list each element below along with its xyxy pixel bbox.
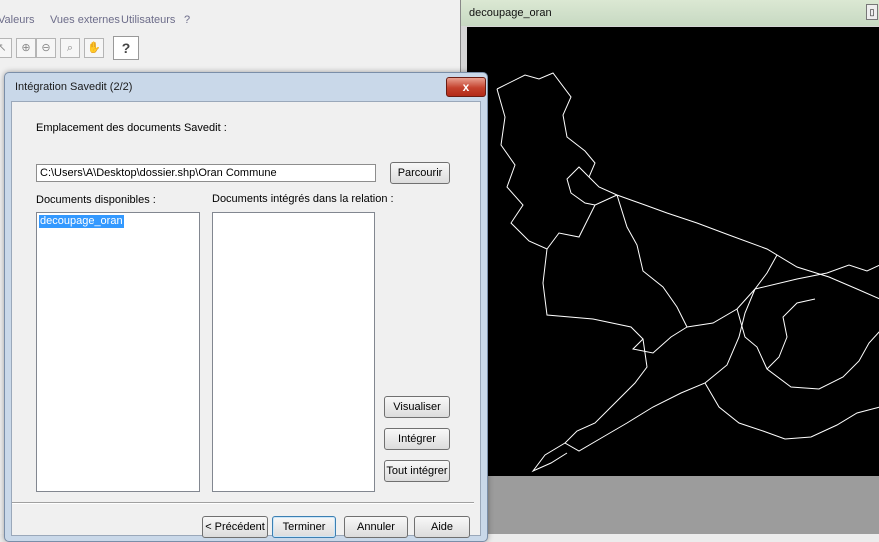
- boundary-south-central: [564, 288, 756, 452]
- boundary-north-west: [496, 72, 618, 196]
- zoom-out-icon[interactable]: ⊖: [36, 38, 56, 58]
- integrate-button[interactable]: Intégrer: [384, 428, 450, 450]
- menu-help[interactable]: ?: [184, 14, 190, 26]
- map-titlebar: decoupage_oran ▯: [461, 0, 879, 26]
- boundary-west-arm: [496, 88, 618, 250]
- map-window-title: decoupage_oran: [469, 7, 552, 19]
- finish-button[interactable]: Terminer: [272, 516, 336, 538]
- menu-bar: Valeurs Vues externes Utilisateurs ?: [0, 11, 460, 29]
- available-documents-label: Documents disponibles :: [36, 194, 156, 206]
- menu-valeurs[interactable]: Valeurs: [0, 14, 34, 26]
- map-window: decoupage_oran ▯: [460, 0, 879, 534]
- restore-icon[interactable]: ▯: [866, 4, 878, 20]
- dialog-titlebar: Intégration Savedit (2/2) x: [5, 73, 487, 101]
- location-label: Emplacement des documents Savedit :: [36, 122, 227, 134]
- menu-vues-externes[interactable]: Vues externes: [50, 14, 120, 26]
- integrate-all-button[interactable]: Tout intégrer: [384, 460, 450, 482]
- pan-hand-icon[interactable]: ✋: [84, 38, 104, 58]
- list-item-decoupage-oran[interactable]: decoupage_oran: [39, 215, 124, 228]
- boundary-east: [686, 254, 778, 328]
- map-status-area: [467, 476, 879, 534]
- cancel-button[interactable]: Annuler: [344, 516, 408, 538]
- dialog-body: Emplacement des documents Savedit : Parc…: [11, 101, 481, 538]
- map-canvas[interactable]: [467, 27, 879, 476]
- toolbar: ↖ ⊕ ⊖ ⌕ ✋ ?: [0, 36, 460, 64]
- zoom-in-icon[interactable]: ⊕: [16, 38, 36, 58]
- visualize-button[interactable]: Visualiser: [384, 396, 450, 418]
- boundary-far-east: [754, 264, 879, 290]
- available-documents-list[interactable]: decoupage_oran: [36, 212, 200, 492]
- boundary-south-lobe: [704, 382, 879, 440]
- menu-utilisateurs[interactable]: Utilisateurs: [121, 14, 175, 26]
- boundary-sw-arm: [531, 442, 568, 473]
- close-icon[interactable]: x: [446, 77, 486, 97]
- browse-button[interactable]: Parcourir: [390, 162, 450, 184]
- integrated-documents-label: Documents intégrés dans la relation :: [212, 193, 394, 205]
- boundary-central: [542, 194, 688, 354]
- dialog-title: Intégration Savedit (2/2): [15, 81, 133, 93]
- integration-dialog: Intégration Savedit (2/2) x Emplacement …: [4, 72, 488, 542]
- integrated-documents-list[interactable]: [212, 212, 375, 492]
- help-pointer-icon[interactable]: ?: [113, 36, 139, 60]
- select-arrow-icon[interactable]: ↖: [0, 38, 12, 58]
- zoom-window-icon[interactable]: ⌕: [60, 38, 80, 58]
- boundary-east-inner: [766, 298, 816, 370]
- boundary-coast: [616, 194, 879, 300]
- commune-boundaries-map: [496, 72, 879, 473]
- boundary-southeast: [736, 308, 879, 390]
- previous-button[interactable]: < Précédent: [202, 516, 268, 538]
- footer-separator: [12, 502, 474, 504]
- location-path-input[interactable]: [36, 164, 376, 182]
- help-button[interactable]: Aide: [414, 516, 470, 538]
